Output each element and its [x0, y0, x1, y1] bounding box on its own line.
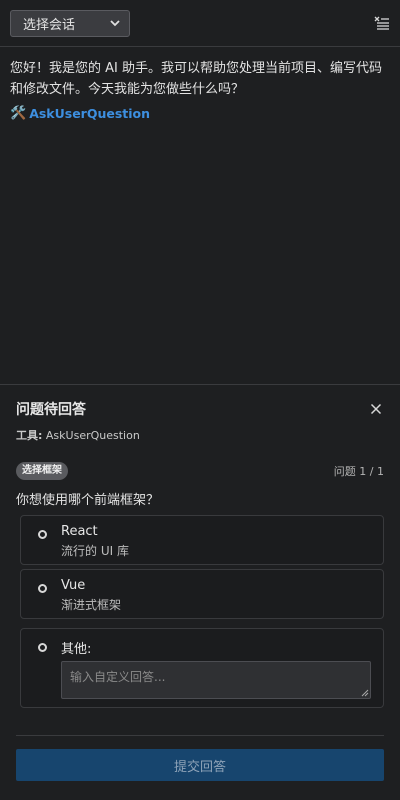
top-bar: 选择会话 — [0, 0, 400, 47]
session-select[interactable]: 选择会话 — [10, 9, 130, 37]
assistant-message: 您好！我是您的 AI 助手。我可以帮助您处理当前项目、编写代码和修改文件。今天我… — [10, 61, 382, 97]
session-select-value: 选择会话 — [23, 17, 76, 33]
submit-answer-button[interactable]: 提交回答 — [16, 749, 384, 781]
option-react[interactable]: React 流行的 UI 库 — [20, 515, 384, 565]
other-label: 其他: — [61, 642, 92, 657]
question-text: 你想使用哪个前端框架？ — [16, 493, 160, 508]
panel-title: 问题待回答 — [16, 402, 86, 418]
question-badge: 选择框架 — [16, 462, 68, 480]
close-icon[interactable] — [368, 401, 384, 417]
panel-header: 问题待回答 工具: AskUserQuestion — [16, 399, 384, 443]
tool-call-name: AskUserQuestion — [29, 106, 151, 121]
custom-answer-input[interactable] — [61, 661, 371, 699]
question-meta: 选择框架 问题 1 / 1 — [16, 462, 384, 480]
option-description: 渐进式框架 — [61, 598, 122, 612]
option-label: React — [61, 524, 98, 539]
divider — [16, 735, 384, 736]
option-vue[interactable]: Vue 渐进式框架 — [20, 569, 384, 619]
option-label: Vue — [61, 578, 86, 593]
panel-tool-info: 工具: AskUserQuestion — [16, 427, 384, 443]
question-counter: 问题 1 / 1 — [333, 465, 384, 478]
tool-value: AskUserQuestion — [45, 429, 140, 442]
radio-button[interactable] — [38, 530, 47, 539]
resize-grip-icon[interactable] — [361, 689, 369, 697]
tool-call-link[interactable]: 🛠️ AskUserQuestion — [10, 106, 390, 121]
option-description: 流行的 UI 库 — [61, 544, 129, 558]
radio-button[interactable] — [38, 643, 47, 652]
menu-icon[interactable] — [374, 15, 390, 31]
chat-area: 您好！我是您的 AI 助手。我可以帮助您处理当前项目、编写代码和修改文件。今天我… — [0, 48, 400, 384]
radio-button[interactable] — [38, 584, 47, 593]
chevron-down-icon — [110, 20, 120, 27]
tools-icon: 🛠️ — [10, 106, 27, 121]
tool-label: 工具: — [16, 429, 43, 442]
question-panel: 问题待回答 工具: AskUserQuestion 选择框架 问题 1 / 1 … — [0, 384, 400, 800]
option-other[interactable]: 其他: — [20, 628, 384, 708]
